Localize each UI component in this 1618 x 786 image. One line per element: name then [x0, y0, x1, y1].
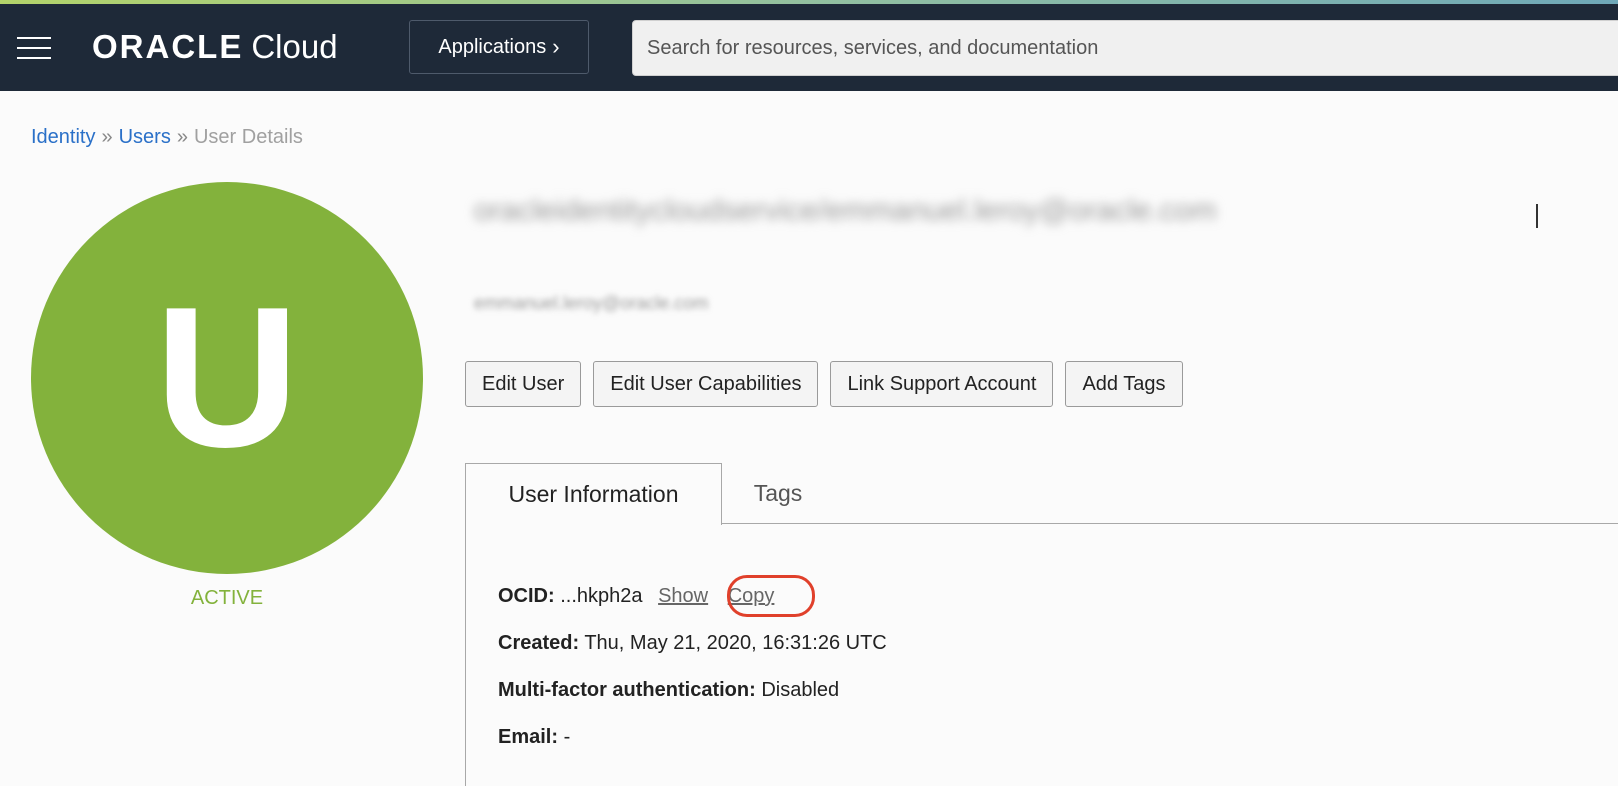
- breadcrumb-separator: »: [101, 126, 113, 148]
- link-support-account-button[interactable]: Link Support Account: [830, 361, 1054, 407]
- breadcrumb-users[interactable]: Users: [119, 126, 171, 148]
- panel-border: [465, 523, 466, 786]
- tab-tags[interactable]: Tags: [722, 463, 834, 523]
- breadcrumb-identity[interactable]: Identity: [31, 126, 95, 148]
- avatar: U: [31, 182, 423, 574]
- email-row: Email: -: [498, 726, 570, 749]
- created-label: Created:: [498, 632, 580, 654]
- created-value: Thu, May 21, 2020, 16:31:26 UTC: [584, 632, 887, 654]
- mfa-label: Multi-factor authentication:: [498, 679, 756, 701]
- avatar-letter: U: [154, 266, 300, 489]
- user-email-subtitle: emmanuel.leroy@oracle.com: [474, 293, 709, 313]
- logo-product: Cloud: [251, 28, 338, 65]
- tab-user-information[interactable]: User Information: [465, 463, 722, 525]
- page-title: oracleidentitycloudservice/emmanuel.lero…: [474, 194, 1217, 227]
- status-badge: ACTIVE: [190, 587, 264, 609]
- applications-label: Applications: [438, 35, 547, 58]
- chevron-right-icon: ›: [552, 34, 560, 59]
- logo-brand: ORACLE: [92, 28, 244, 65]
- add-tags-button[interactable]: Add Tags: [1065, 361, 1183, 407]
- breadcrumb-separator: »: [176, 126, 188, 148]
- edit-user-capabilities-button[interactable]: Edit User Capabilities: [593, 361, 819, 407]
- breadcrumb-current: User Details: [193, 126, 303, 148]
- hamburger-menu-icon[interactable]: [17, 35, 51, 61]
- mfa-value: Disabled: [761, 679, 840, 701]
- applications-button[interactable]: Applications ›: [409, 20, 589, 74]
- oracle-cloud-logo[interactable]: ORACLE Cloud: [92, 28, 338, 66]
- edit-user-button[interactable]: Edit User: [465, 361, 582, 407]
- text-cursor: [1536, 204, 1538, 228]
- search-input[interactable]: [632, 20, 1618, 76]
- top-navigation-bar: ORACLE Cloud Applications ›: [0, 4, 1618, 91]
- show-ocid-link[interactable]: Show: [658, 585, 708, 607]
- action-buttons: Edit User Edit User Capabilities Link Su…: [465, 361, 1183, 407]
- breadcrumb: Identity» Users» User Details: [31, 126, 303, 149]
- mfa-row: Multi-factor authentication: Disabled: [498, 679, 839, 702]
- created-row: Created: Thu, May 21, 2020, 16:31:26 UTC: [498, 632, 887, 655]
- ocid-label: OCID:: [498, 585, 555, 607]
- email-label: Email:: [498, 726, 559, 748]
- ocid-value: ...hkph2a: [560, 585, 643, 607]
- email-value: -: [563, 726, 571, 748]
- copy-highlight-annotation: [727, 575, 815, 617]
